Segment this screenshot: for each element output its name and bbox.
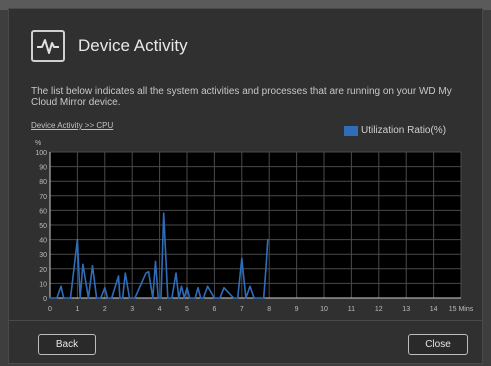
data-point [79, 297, 81, 299]
data-point [171, 297, 173, 299]
data-point [110, 297, 113, 299]
back-button[interactable]: Back [38, 334, 96, 355]
x-tick-label: 13 [402, 306, 410, 313]
y-tick-label: 10 [39, 281, 47, 288]
data-point [121, 297, 124, 299]
y-tick-label: 40 [39, 238, 47, 245]
x-tick-label: 14 [430, 306, 438, 313]
close-button[interactable]: Close [408, 334, 468, 355]
x-tick-label: 6 [212, 306, 216, 313]
y-tick-label: 20 [39, 267, 47, 274]
data-point [219, 297, 221, 299]
data-point [167, 297, 169, 299]
data-point [241, 257, 243, 260]
data-point [206, 285, 209, 288]
data-point [91, 265, 94, 267]
x-tick-label: 0 [48, 306, 52, 313]
data-point [117, 275, 120, 277]
x-tick-label: 5 [185, 306, 189, 313]
data-point [249, 285, 251, 288]
data-point [175, 272, 177, 274]
data-point [128, 297, 131, 299]
data-point [62, 297, 65, 299]
y-tick-label: 0 [43, 296, 47, 303]
data-point [151, 297, 154, 299]
data-point [154, 260, 157, 263]
x-tick-label: 8 [267, 306, 271, 313]
data-point [119, 297, 121, 299]
x-tick-label: 11 [348, 306, 355, 313]
data-point [188, 297, 191, 299]
data-point [236, 297, 239, 299]
data-point [160, 297, 162, 299]
y-tick-label: 100 [35, 150, 47, 157]
data-point [253, 297, 255, 299]
y-tick-label: 70 [39, 194, 47, 201]
x-tick-label: 2 [103, 306, 107, 313]
footer-divider [8, 320, 483, 321]
data-point [232, 297, 235, 299]
data-point [131, 297, 133, 299]
data-point [145, 272, 147, 274]
y-tick-label: 90 [39, 165, 47, 172]
data-point [49, 297, 51, 299]
data-point [183, 297, 186, 299]
x-tick-label: 1 [75, 306, 79, 313]
y-tick-label: 80 [39, 179, 47, 186]
data-point [265, 268, 267, 270]
data-point [104, 286, 106, 289]
data-point [245, 297, 247, 299]
data-point [258, 297, 261, 299]
data-point [124, 272, 127, 274]
data-point [197, 286, 199, 289]
data-point [216, 297, 218, 299]
data-point [262, 297, 265, 299]
data-point [199, 297, 202, 299]
y-tick-label: 30 [39, 252, 47, 259]
data-point [69, 297, 72, 299]
x-tick-label: 3 [130, 306, 134, 313]
x-tick-label: 10 [320, 306, 328, 313]
data-point [87, 297, 90, 299]
data-point [213, 297, 216, 299]
data-point [95, 297, 98, 299]
x-tick-label: 7 [240, 306, 244, 313]
data-point [60, 285, 62, 288]
data-point [223, 286, 225, 289]
data-point [194, 297, 197, 299]
x-tick-label: 4 [158, 306, 162, 313]
data-point [106, 297, 109, 299]
y-tick-label: 60 [39, 208, 47, 215]
data-point [99, 297, 102, 299]
data-point [180, 285, 183, 288]
data-point [157, 297, 160, 299]
x-tick-label: 12 [375, 306, 383, 313]
cpu-utilization-chart: 01020304050607080901000 1 2 3 4 5 6 7 8 9 10 11 12 13… [35, 150, 474, 313]
data-point [56, 297, 58, 299]
data-point [76, 238, 79, 241]
y-tick-label: 50 [39, 223, 47, 230]
data-point [177, 297, 180, 299]
data-point [202, 297, 205, 299]
data-point [162, 212, 165, 215]
data-point [82, 263, 84, 266]
x-tick-label: 9 [295, 306, 299, 313]
data-point [186, 286, 188, 289]
data-point [267, 238, 269, 241]
x-tick-label: 15 Mins [449, 306, 474, 313]
data-point [147, 270, 150, 273]
data-point [134, 297, 136, 299]
